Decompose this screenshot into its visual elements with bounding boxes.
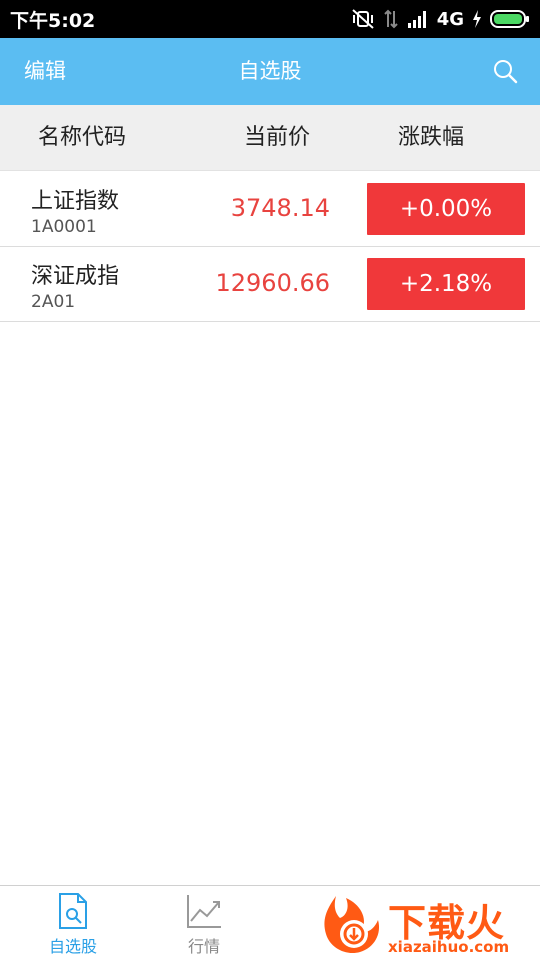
stock-code: 2A01	[31, 292, 76, 312]
column-header: 名称代码 当前价 涨跌幅	[0, 105, 540, 171]
nav-label-watchlist: 自选股	[48, 937, 97, 956]
stock-name: 深证成指	[31, 264, 120, 289]
mute-vibrate-icon	[352, 9, 374, 29]
page-title: 自选股	[238, 59, 302, 83]
stock-list: 上证指数 1A0001 3748.14 +0.00% 深证成指 2A01 129…	[0, 172, 540, 322]
watermark: 下载火 xiazaihuo.com	[316, 890, 540, 958]
battery-icon	[490, 10, 529, 28]
data-arrows-icon	[383, 9, 398, 29]
edit-button[interactable]: 编辑	[24, 38, 66, 105]
stock-row[interactable]: 上证指数 1A0001 3748.14 +0.00%	[0, 172, 540, 247]
network-type: 4G	[436, 8, 464, 30]
stock-change-value: +0.00%	[399, 196, 493, 222]
stock-price: 12960.66	[215, 269, 330, 297]
watermark-domain: xiazaihuo.com	[388, 938, 510, 956]
app-header: 编辑 自选股	[0, 38, 540, 105]
stock-row[interactable]: 深证成指 2A01 12960.66 +2.18%	[0, 247, 540, 322]
charging-icon	[473, 10, 481, 28]
column-current-price[interactable]: 当前价	[244, 105, 310, 171]
stock-change-value: +2.18%	[399, 271, 493, 297]
watchlist-doc-icon	[59, 893, 87, 929]
stock-change-badge[interactable]: +2.18%	[367, 258, 525, 310]
signal-icon	[407, 11, 426, 28]
search-icon[interactable]	[492, 58, 518, 84]
stock-price: 3748.14	[230, 194, 330, 222]
flame-logo-icon	[324, 896, 380, 954]
stock-code: 1A0001	[31, 217, 97, 237]
status-bar: 下午5:02 4G	[0, 0, 540, 38]
nav-item-market[interactable]: 行情	[144, 886, 264, 960]
status-icons: 4G	[351, 0, 530, 38]
status-time: 下午5:02	[10, 9, 96, 32]
chart-trend-icon	[187, 895, 221, 928]
nav-item-watchlist[interactable]: 自选股	[13, 886, 133, 960]
stock-name: 上证指数	[31, 189, 120, 214]
column-change-percent[interactable]: 涨跌幅	[398, 105, 464, 171]
column-name-code[interactable]: 名称代码	[38, 105, 126, 171]
nav-label-market: 行情	[187, 937, 220, 956]
stock-change-badge[interactable]: +0.00%	[367, 183, 525, 235]
